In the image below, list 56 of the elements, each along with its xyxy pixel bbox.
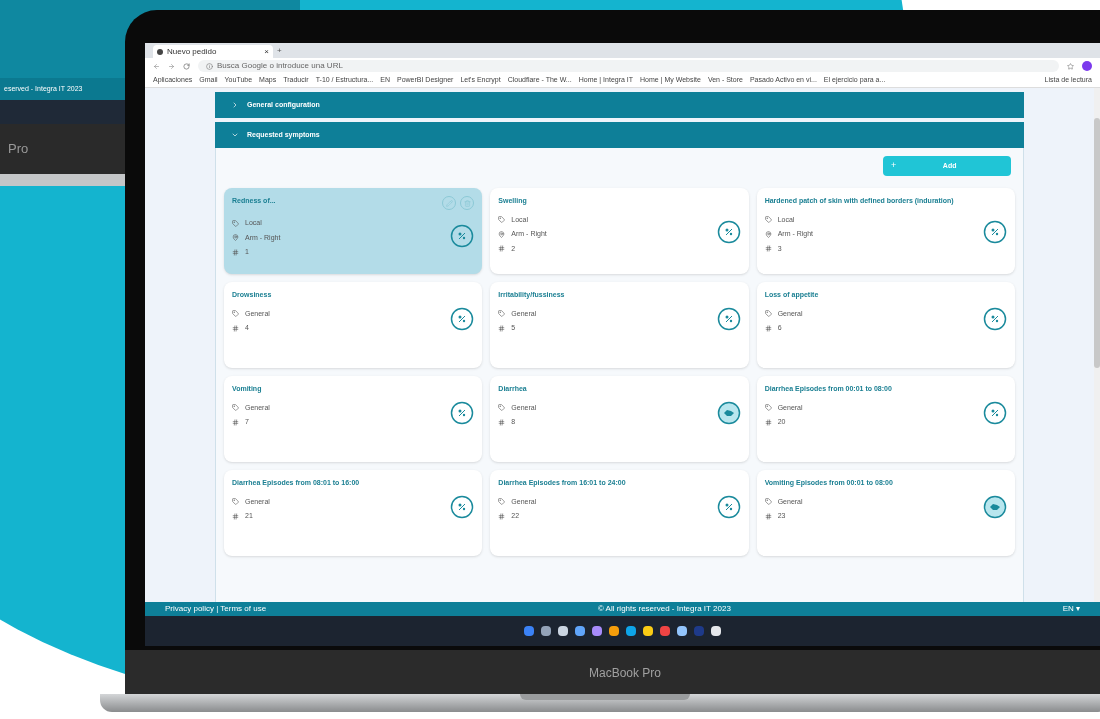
tag-icon (764, 404, 772, 412)
hash-icon (232, 512, 239, 520)
tab-favicon-icon (157, 48, 163, 55)
hash-icon (498, 324, 506, 332)
copyright-text: © All rights reserved - Integra IT 2023 (596, 603, 732, 615)
symptom-icon (716, 401, 741, 425)
footer-links[interactable]: Privacy policy | Terms of use (165, 603, 267, 615)
hash-icon (498, 245, 506, 253)
laptop-brand: MacBook Pro (589, 665, 661, 682)
background-brand: Pro (8, 140, 29, 159)
profile-avatar[interactable] (1082, 61, 1092, 71)
tag-icon (232, 498, 239, 506)
symptom-icon (450, 307, 475, 331)
symptom-icon (716, 495, 741, 519)
tab-close-button[interactable]: × (264, 45, 269, 58)
symptom-icon (983, 401, 1007, 425)
chevron-down-icon (231, 131, 239, 139)
location-icon (764, 230, 772, 238)
tag-icon (232, 404, 239, 412)
tag-icon (498, 404, 506, 412)
info-icon (206, 62, 213, 70)
hash-icon (232, 324, 239, 332)
hash-icon (764, 245, 772, 253)
symptom-icon (450, 223, 475, 248)
tag-icon (764, 498, 772, 506)
location-icon (232, 234, 239, 242)
tag-icon (498, 498, 506, 506)
tag-icon (764, 216, 772, 224)
symptom-icon (983, 495, 1007, 519)
symptom-icon (716, 307, 741, 331)
tab-title: Nuevo pedido (167, 45, 218, 58)
language-selector[interactable]: EN ▾ (1062, 603, 1080, 615)
new-tab-button[interactable]: + (277, 45, 282, 57)
hash-icon (498, 512, 506, 520)
symptom-icon (983, 307, 1007, 331)
chevron-right-icon (231, 101, 239, 109)
browser-tab[interactable]: Nuevo pedido × (153, 45, 273, 58)
tag-icon (498, 216, 506, 224)
hash-icon (232, 418, 239, 426)
hash-icon (764, 324, 772, 332)
star-icon[interactable] (1067, 62, 1074, 70)
location-icon (498, 230, 506, 238)
hash-icon (232, 248, 239, 256)
symptom-icon (716, 220, 741, 245)
symptom-icon (450, 401, 475, 425)
tag-icon (232, 310, 239, 318)
hash-icon (764, 512, 772, 520)
symptom-icon (450, 495, 475, 519)
pencil-icon (445, 199, 453, 207)
tag-icon (232, 219, 239, 227)
tag-icon (764, 310, 772, 318)
hash-icon (764, 418, 772, 426)
tag-icon (498, 310, 506, 318)
trash-icon (463, 199, 471, 207)
hash-icon (498, 418, 506, 426)
symptom-icon (983, 220, 1007, 245)
